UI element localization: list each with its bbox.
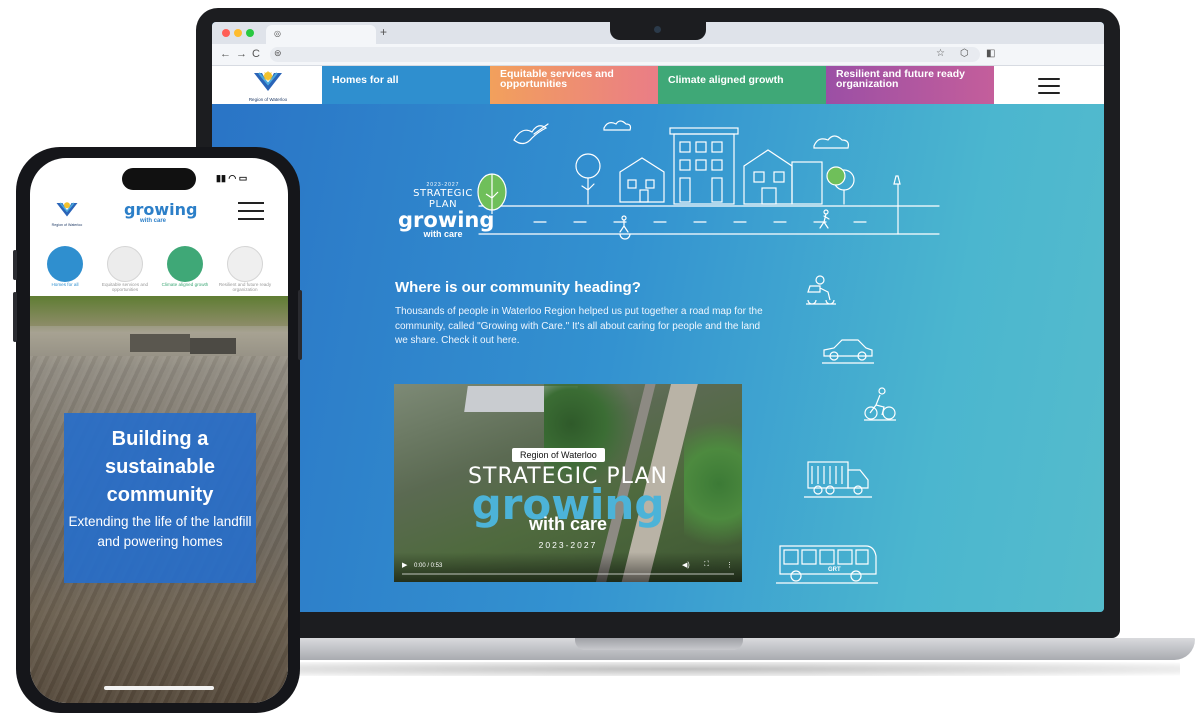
hero-heading: Where is our community heading?	[395, 279, 641, 296]
close-window-icon[interactable]	[222, 29, 230, 37]
photo-truck	[130, 334, 190, 352]
back-button[interactable]: ←	[220, 48, 231, 60]
laptop-shadow	[180, 662, 1180, 676]
region-logo[interactable]: Region of Waterloo	[242, 70, 294, 102]
photo-truck	[190, 338, 236, 354]
car-icon	[822, 339, 874, 364]
phone-power-button	[298, 290, 302, 360]
new-tab-button[interactable]: +	[380, 25, 387, 39]
laptop-groove	[575, 638, 743, 650]
bus-icon: GRT	[776, 545, 878, 584]
truck-icon	[804, 461, 872, 498]
category-homes-label[interactable]: Homes for all	[34, 282, 96, 287]
strategic-plan-logo: 2023-2027 STRATEGIC PLAN growing with ca…	[398, 182, 495, 239]
photo-hill	[30, 296, 288, 326]
growing-logo: growing	[124, 200, 198, 219]
nav-tab-label: Homes for all	[332, 74, 399, 86]
globe-icon: ◎	[274, 29, 281, 38]
category-equitable-icon[interactable]	[107, 246, 143, 282]
menu-icon[interactable]	[238, 202, 264, 226]
video-progress-bar[interactable]	[402, 573, 734, 575]
nav-tab-homes[interactable]: Homes for all	[322, 66, 490, 104]
nav-tab-label: Equitable services and opportunities	[500, 68, 614, 90]
address-toolbar: ← → C ⊜ ☆ ⬡ ◧	[212, 44, 1104, 66]
video-badge: Region of Waterloo	[512, 448, 605, 462]
sidebar-icon[interactable]: ◧	[986, 48, 995, 59]
phone-volume-button	[13, 250, 17, 280]
menu-icon[interactable]	[1038, 78, 1060, 99]
category-resilient-icon[interactable]	[227, 246, 263, 282]
phone-volume-button	[13, 292, 17, 342]
camera-icon	[654, 26, 661, 33]
logo-caption: Region of Waterloo	[51, 223, 83, 227]
region-logo-icon	[56, 202, 78, 217]
address-bar[interactable]: ⊜	[270, 47, 980, 62]
with-care-label: with care	[140, 218, 167, 224]
nav-tab-climate[interactable]: Climate aligned growth	[658, 66, 826, 104]
site-settings-icon[interactable]: ⊜	[274, 48, 282, 59]
feature-card[interactable]: Building a sustainable community Extendi…	[64, 413, 256, 583]
svg-text:GRT: GRT	[828, 567, 841, 573]
nav-tab-label: Resilient and future ready organization	[836, 68, 965, 90]
nav-tab-equitable[interactable]: Equitable services and opportunities	[490, 66, 658, 104]
extension-icon[interactable]: ⬡	[960, 48, 969, 59]
category-climate-label[interactable]: Climate aligned growth	[154, 282, 216, 287]
hero-section: 2023-2027 STRATEGIC PLAN growing with ca…	[212, 104, 1104, 612]
volume-icon[interactable]: ◀)	[682, 561, 690, 569]
category-equitable-label[interactable]: Equitable services and opportunities	[94, 282, 156, 292]
marketing-scene: ◎ + ← → C ⊜ ☆ ⬡ ◧ Region of Waterloo Hom…	[0, 0, 1195, 713]
maximize-window-icon[interactable]	[246, 29, 254, 37]
browser-tab[interactable]: ◎	[266, 25, 376, 44]
feature-card-subtitle: Extending the life of the landfill and p…	[68, 514, 252, 549]
status-icons: ▮▮ ◠ ▭	[216, 173, 247, 184]
scooter-delivery-icon	[806, 275, 836, 305]
plan-title: STRATEGIC PLAN	[413, 188, 473, 210]
feature-card-title: Building a sustainable community	[104, 428, 216, 506]
browser-window: ◎ + ← → C ⊜ ☆ ⬡ ◧ Region of Waterloo Hom…	[212, 22, 1104, 612]
home-indicator[interactable]	[104, 686, 214, 690]
battery-icon: ▭	[238, 173, 248, 183]
star-icon[interactable]: ☆	[936, 48, 945, 59]
wifi-icon: ◠	[228, 173, 237, 183]
category-climate-icon[interactable]	[167, 246, 203, 282]
cyclist-icon	[864, 387, 896, 421]
fullscreen-icon[interactable]: ⛶	[704, 561, 709, 569]
video-controls: ▶ 0:00 / 0:53 ◀) ⛶ ⋮	[394, 552, 742, 582]
play-icon[interactable]: ▶	[402, 561, 407, 569]
signal-icon: ▮▮	[216, 173, 226, 183]
cityscape-illustration	[477, 120, 940, 240]
forward-button[interactable]: →	[236, 48, 247, 60]
site-navigation: Region of Waterloo Homes for all Equitab…	[212, 66, 1104, 104]
nav-tab-resilient[interactable]: Resilient and future ready organization	[826, 66, 994, 104]
video-player[interactable]: Region of Waterloo STRATEGIC PLAN growin…	[394, 384, 742, 582]
more-options-icon[interactable]: ⋮	[726, 561, 733, 569]
video-time: 0:00 / 0:53	[414, 563, 443, 569]
category-homes-icon[interactable]	[47, 246, 83, 282]
plan-growing: growing	[398, 208, 495, 232]
logo-caption: Region of Waterloo	[248, 97, 288, 102]
region-logo[interactable]: Region of Waterloo	[48, 200, 86, 227]
category-resilient-label[interactable]: Resilient and future ready organization	[214, 282, 276, 292]
video-years: 2023-2027	[538, 540, 598, 550]
nav-tab-label: Climate aligned growth	[668, 74, 784, 86]
phone-screen: ▮▮ ◠ ▭ Region of Waterloo growing with c…	[30, 158, 288, 703]
region-logo-icon	[254, 71, 282, 91]
reload-button[interactable]: C	[252, 48, 260, 60]
dynamic-island	[122, 168, 196, 190]
hero-body: Thousands of people in Waterloo Region h…	[395, 306, 763, 346]
video-care: with care	[528, 514, 608, 534]
laptop-notch	[610, 20, 706, 40]
minimize-window-icon[interactable]	[234, 29, 242, 37]
